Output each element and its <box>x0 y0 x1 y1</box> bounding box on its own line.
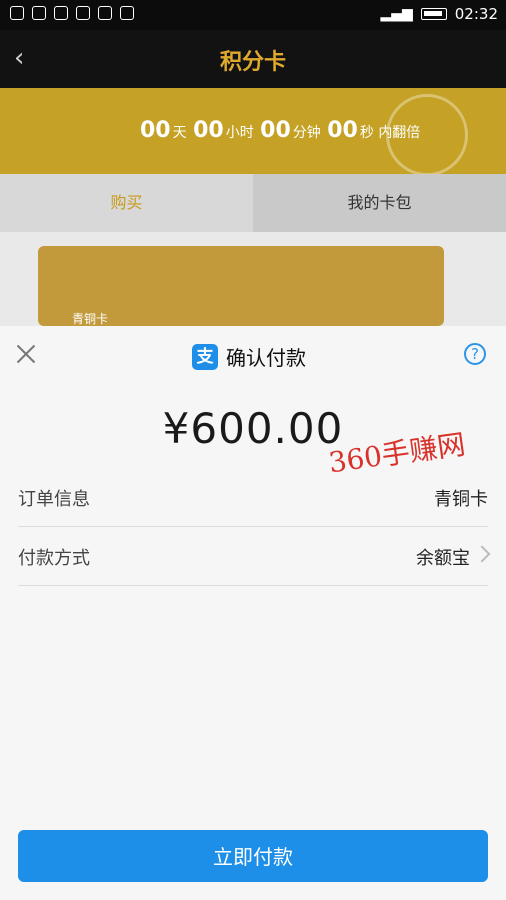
countdown-days: 00 <box>140 118 171 143</box>
alipay-icon: 支 <box>192 343 218 370</box>
sheet-header: 支 确认付款 ? <box>0 326 506 382</box>
days-unit: 天 <box>172 125 187 141</box>
hours-unit: 小时 <box>225 125 254 141</box>
close-icon[interactable] <box>16 344 36 364</box>
double-stamp-icon <box>386 94 468 176</box>
notification-icon <box>32 6 46 20</box>
bronze-card[interactable]: 青铜卡 <box>38 246 444 326</box>
countdown-minutes: 00 <box>260 118 291 143</box>
tab-my-wallet[interactable]: 我的卡包 <box>253 174 506 232</box>
title-bar: ‹ 积分卡 <box>0 30 506 88</box>
notification-icon <box>54 6 68 20</box>
countdown-timer: 00 天 00 小时 00 分钟 00 秒 内翻倍 <box>138 118 420 143</box>
payment-method-row[interactable]: 付款方式 余额宝 <box>18 527 491 586</box>
order-info-value: 青铜卡 <box>434 489 488 510</box>
sheet-title-group: 支 确认付款 <box>192 342 306 371</box>
page-title: 积分卡 <box>219 50 286 75</box>
help-icon[interactable]: ? <box>464 343 486 365</box>
chevron-right-icon <box>473 545 491 563</box>
order-info-row: 订单信息 青铜卡 <box>18 468 488 527</box>
countdown-banner: 00 天 00 小时 00 分钟 00 秒 内翻倍 <box>0 88 506 176</box>
signal-icon: ▂▄▆ <box>380 6 413 22</box>
seconds-unit: 秒 <box>359 125 374 141</box>
payment-method-label: 付款方式 <box>18 548 90 569</box>
notification-icon <box>76 6 90 20</box>
download-icon <box>98 6 112 20</box>
order-info-label: 订单信息 <box>18 489 90 510</box>
status-indicators: ▂▄▆ 02:32 <box>380 5 498 23</box>
status-bar: ▂▄▆ 02:32 <box>0 0 506 30</box>
payment-method-value: 余额宝 <box>416 548 470 569</box>
notification-icons <box>10 6 134 20</box>
payment-sheet: 支 确认付款 ? ¥600.00 360手赚网 订单信息 青铜卡 付款方式 余额… <box>0 326 506 900</box>
card-label: 青铜卡 <box>72 312 109 326</box>
pay-now-button[interactable]: 立即付款 <box>18 830 488 882</box>
notification-icon <box>10 6 24 20</box>
tab-bar: 购买 我的卡包 <box>0 174 506 232</box>
clock: 02:32 <box>454 5 498 23</box>
countdown-seconds: 00 <box>327 118 358 143</box>
minutes-unit: 分钟 <box>292 125 321 141</box>
battery-icon <box>420 8 447 20</box>
countdown-hours: 00 <box>193 118 224 143</box>
notification-icon <box>120 6 134 20</box>
tab-buy[interactable]: 购买 <box>0 174 253 232</box>
sheet-title: 确认付款 <box>226 346 306 370</box>
